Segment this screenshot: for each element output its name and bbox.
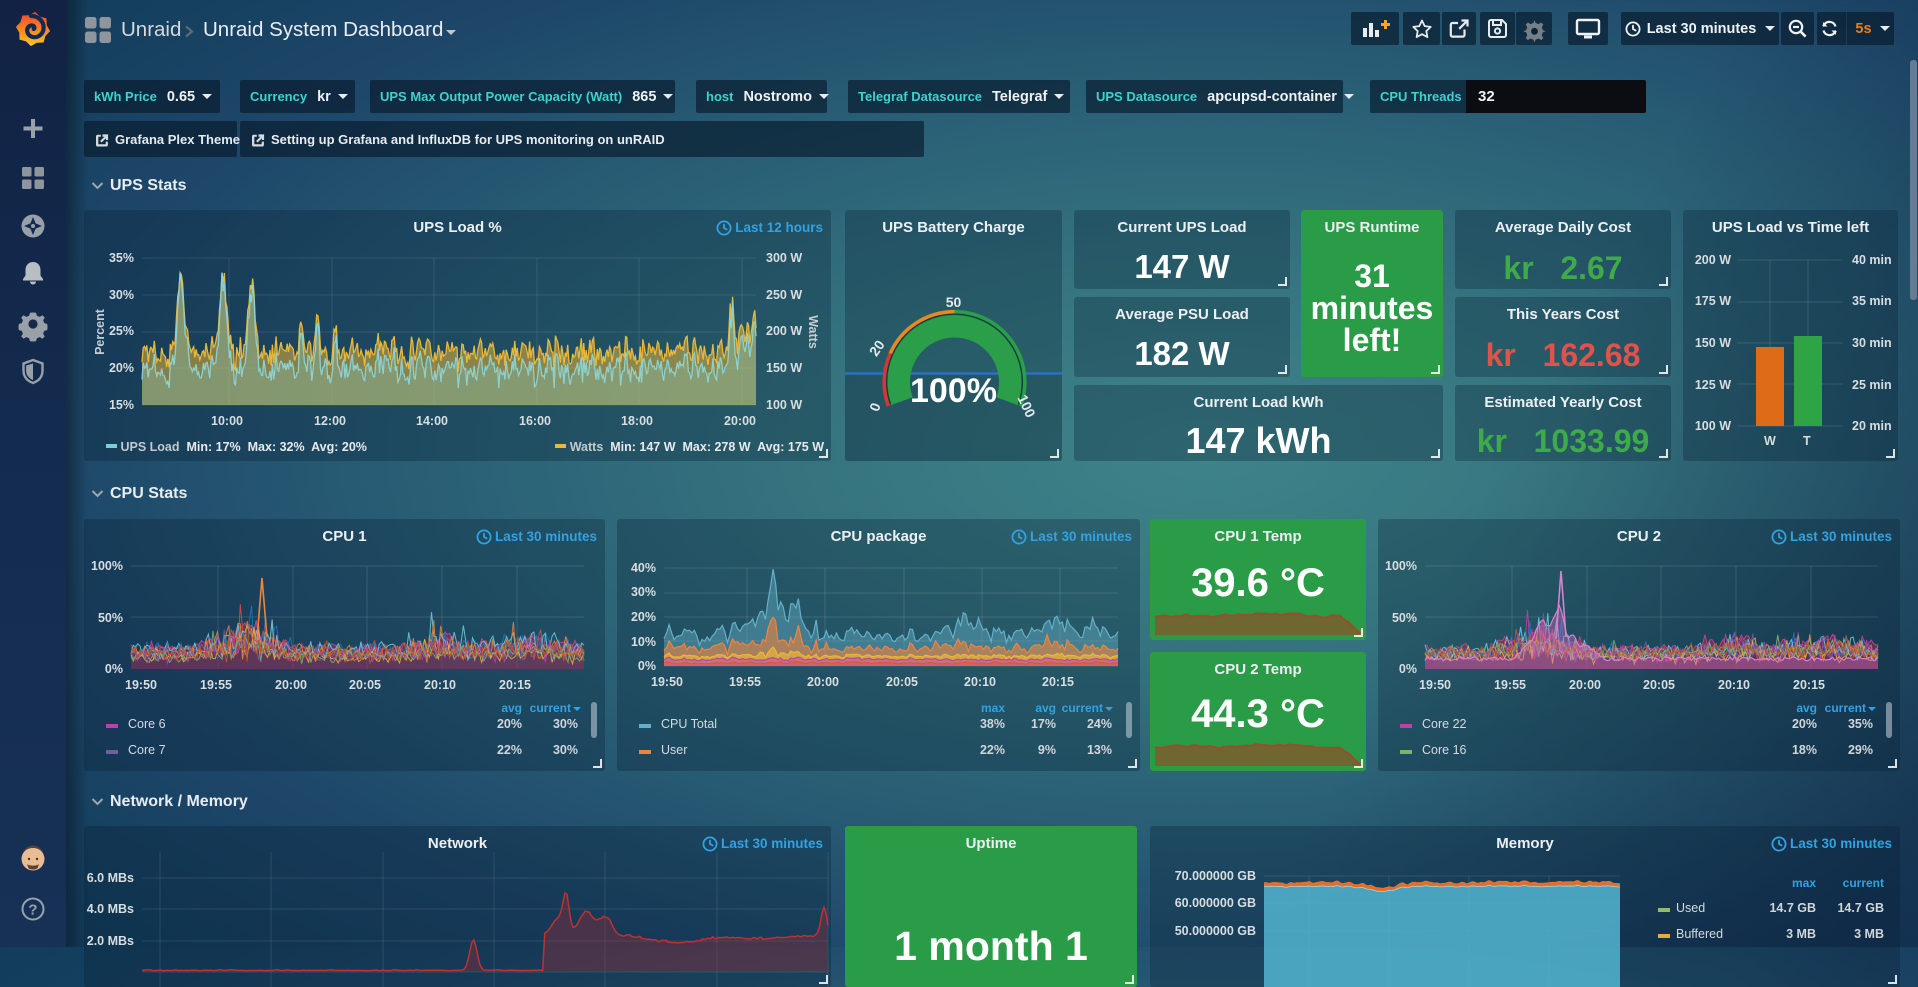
svg-text:?: ?	[28, 902, 37, 919]
